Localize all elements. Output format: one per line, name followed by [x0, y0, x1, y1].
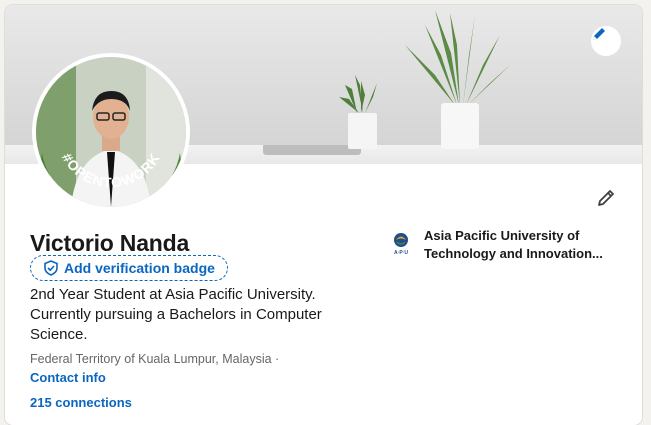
education-line-2: Technology and Innovation... [424, 246, 603, 261]
contact-info-link[interactable]: Contact info [30, 370, 106, 385]
pencil-icon [593, 28, 605, 40]
avatar: #OPENTOWORK [36, 57, 186, 207]
profile-location: Federal Territory of Kuala Lumpur, Malay… [30, 352, 280, 366]
edit-banner-button[interactable] [591, 26, 621, 56]
add-verification-badge-button[interactable]: Add verification badge [30, 255, 228, 281]
avatar-photo: #OPENTOWORK [36, 57, 186, 207]
university-logo-text: A·P·U [394, 250, 408, 256]
education-entry[interactable]: A·P·U Asia Pacific University of Technol… [388, 227, 628, 263]
profile-photo[interactable]: #OPENTOWORK [32, 53, 190, 211]
verification-label: Add verification badge [64, 260, 215, 276]
pencil-icon [598, 190, 614, 206]
profile-card: #OPENTOWORK Victorio Nanda Add verificat… [5, 5, 642, 425]
profile-name: Victorio Nanda [30, 230, 190, 256]
edit-profile-button[interactable] [593, 185, 619, 211]
connections-link[interactable]: 215 connections [30, 395, 132, 410]
education-line-1: Asia Pacific University of [424, 228, 580, 243]
university-logo: A·P·U [394, 233, 408, 256]
shield-check-icon [44, 260, 58, 276]
profile-headline: 2nd Year Student at Asia Pacific Univers… [30, 286, 322, 343]
education-name: Asia Pacific University of Technology an… [424, 227, 620, 263]
